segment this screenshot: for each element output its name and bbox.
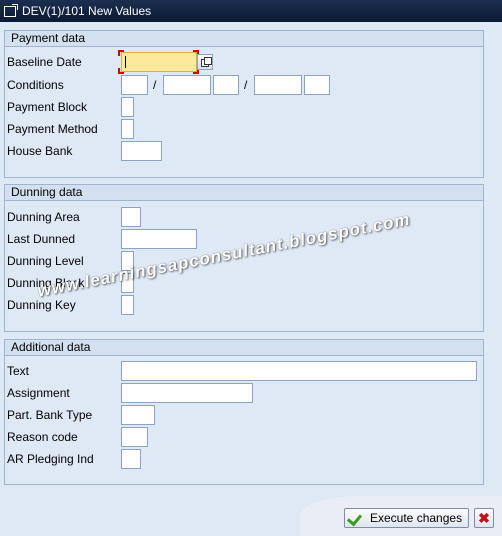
dunning-key-label: Dunning Key [7, 298, 76, 312]
dunning-area-field[interactable] [121, 207, 141, 227]
window-icon [4, 3, 18, 17]
additional-data-title: Additional data [5, 340, 483, 356]
cancel-icon: ✖ [478, 509, 490, 526]
last-dunned-field[interactable] [121, 229, 197, 249]
conditions-field-5[interactable] [304, 75, 330, 95]
conditions-label: Conditions [7, 78, 64, 92]
text-cursor [125, 56, 126, 68]
cancel-button[interactable]: ✖ [474, 508, 494, 528]
payment-method-field[interactable] [121, 119, 134, 139]
house-bank-field[interactable] [121, 141, 162, 161]
payment-block-field[interactable] [121, 97, 134, 117]
dunning-block-label: Dunning Block [7, 276, 85, 290]
payment-method-label: Payment Method [7, 122, 98, 136]
text-field[interactable] [121, 361, 477, 381]
conditions-field-4[interactable] [254, 75, 302, 95]
possible-entries-icon[interactable] [197, 54, 213, 70]
ar-pledging-ind-label: AR Pledging Ind [7, 452, 94, 466]
part-bank-type-label: Part. Bank Type [7, 408, 93, 422]
dunning-block-field[interactable] [121, 273, 134, 293]
conditions-field-3[interactable] [213, 75, 239, 95]
reason-code-label: Reason code [7, 430, 78, 444]
part-bank-type-field[interactable] [121, 405, 155, 425]
selection-corner-bl [118, 68, 124, 74]
reason-code-field[interactable] [121, 427, 148, 447]
assignment-field[interactable] [121, 383, 253, 403]
baseline-date-field[interactable] [121, 52, 197, 72]
dunning-key-field[interactable] [121, 295, 134, 315]
execute-changes-label: Execute changes [370, 511, 463, 525]
house-bank-label: House Bank [7, 144, 73, 158]
ar-pledging-ind-field[interactable] [121, 449, 141, 469]
conditions-field-2[interactable] [163, 75, 211, 95]
assignment-label: Assignment [7, 386, 70, 400]
conditions-separator-1: / [153, 78, 157, 92]
title-bar: DEV(1)/101 New Values [0, 0, 502, 22]
text-label: Text [7, 364, 30, 378]
dunning-level-label: Dunning Level [7, 254, 84, 268]
payment-data-title: Payment data [5, 31, 483, 47]
payment-block-label: Payment Block [7, 100, 88, 114]
last-dunned-label: Last Dunned [7, 232, 76, 246]
execute-changes-button[interactable]: Execute changes [344, 508, 469, 528]
baseline-date-label: Baseline Date [7, 55, 82, 69]
dunning-level-field[interactable] [121, 251, 134, 271]
dunning-area-label: Dunning Area [7, 210, 80, 224]
conditions-separator-2: / [244, 78, 248, 92]
selection-corner-tl [118, 50, 124, 56]
conditions-field-1[interactable] [121, 75, 148, 95]
dunning-data-title: Dunning data [5, 185, 483, 201]
window-title: DEV(1)/101 New Values [22, 4, 152, 18]
check-icon [348, 511, 364, 525]
